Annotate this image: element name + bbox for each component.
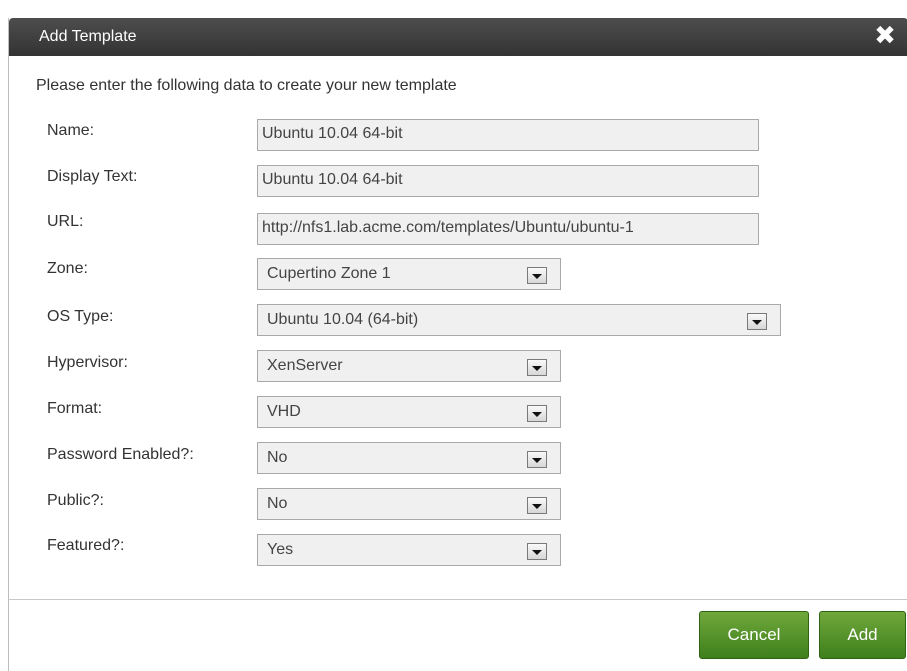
add-template-dialog: Add Template ✖ Please enter the followin… (8, 18, 907, 671)
featured-select[interactable]: Yes (257, 534, 561, 566)
featured-label: Featured?: (47, 537, 125, 554)
os-type-select[interactable]: Ubuntu 10.04 (64-bit) (257, 304, 781, 336)
hypervisor-value: XenServer (267, 357, 343, 374)
password-enabled-label: Password Enabled?: (47, 446, 194, 463)
dialog-instructions: Please enter the following data to creat… (36, 77, 457, 94)
close-icon[interactable]: ✖ (873, 23, 897, 49)
footer-divider (9, 599, 907, 600)
url-input[interactable]: http://nfs1.lab.acme.com/templates/Ubunt… (257, 213, 759, 245)
zone-label: Zone: (47, 260, 88, 277)
dialog-titlebar: Add Template ✖ (9, 18, 907, 56)
chevron-down-icon[interactable] (527, 543, 547, 560)
format-select[interactable]: VHD (257, 396, 561, 428)
password-enabled-value: No (267, 449, 288, 466)
display-text-input[interactable]: Ubuntu 10.04 64-bit (257, 165, 759, 197)
public-value: No (267, 495, 288, 512)
chevron-down-icon[interactable] (527, 405, 547, 422)
add-button[interactable]: Add (819, 611, 906, 659)
zone-value: Cupertino Zone 1 (267, 265, 391, 282)
hypervisor-select[interactable]: XenServer (257, 350, 561, 382)
url-label: URL: (47, 213, 84, 230)
format-label: Format: (47, 400, 103, 417)
display-text-label: Display Text: (47, 168, 138, 185)
public-select[interactable]: No (257, 488, 561, 520)
password-enabled-select[interactable]: No (257, 442, 561, 474)
zone-select[interactable]: Cupertino Zone 1 (257, 258, 561, 290)
dialog-title: Add Template (39, 28, 137, 45)
os-type-value: Ubuntu 10.04 (64-bit) (267, 311, 419, 328)
public-label: Public?: (47, 492, 104, 509)
name-label: Name: (47, 122, 95, 139)
format-value: VHD (267, 403, 301, 420)
chevron-down-icon[interactable] (527, 267, 547, 284)
os-type-label: OS Type: (47, 308, 114, 325)
name-input[interactable]: Ubuntu 10.04 64-bit (257, 119, 759, 151)
chevron-down-icon[interactable] (527, 359, 547, 376)
featured-value: Yes (267, 541, 294, 558)
hypervisor-label: Hypervisor: (47, 354, 128, 371)
chevron-down-icon[interactable] (527, 497, 547, 514)
chevron-down-icon[interactable] (527, 451, 547, 468)
cancel-button[interactable]: Cancel (699, 611, 809, 659)
chevron-down-icon[interactable] (747, 313, 767, 330)
